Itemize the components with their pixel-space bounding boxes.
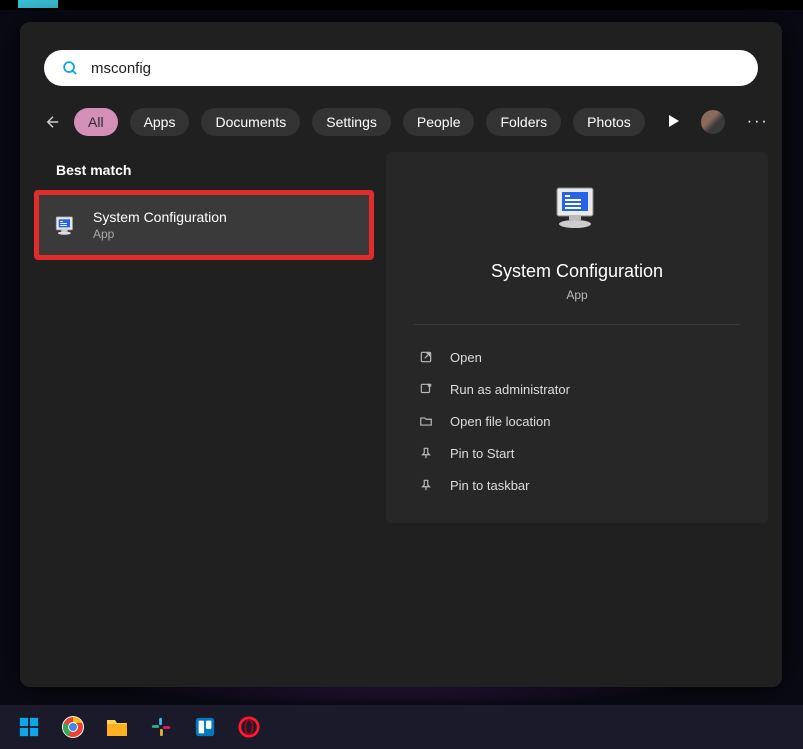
search-input[interactable] [91, 60, 740, 77]
action-open-location[interactable]: Open file location [414, 405, 740, 437]
action-label: Open file location [450, 414, 550, 429]
folder-icon [418, 413, 434, 429]
action-label: Run as administrator [450, 382, 570, 397]
result-text: System Configuration App [93, 209, 227, 241]
accent-strip [18, 0, 58, 8]
action-run-admin[interactable]: Run as administrator [414, 373, 740, 405]
slack-icon[interactable] [148, 714, 174, 740]
trello-icon[interactable] [192, 714, 218, 740]
filter-documents[interactable]: Documents [201, 108, 300, 136]
action-label: Open [450, 350, 482, 365]
system-config-icon [53, 212, 79, 238]
action-pin-start[interactable]: Pin to Start [414, 437, 740, 469]
more-menu-icon[interactable]: ··· [747, 113, 769, 131]
arrow-left-icon [44, 113, 62, 131]
open-icon [418, 349, 434, 365]
top-right-actions: ··· [669, 110, 769, 134]
filter-settings[interactable]: Settings [312, 108, 391, 136]
filter-apps[interactable]: Apps [130, 108, 190, 136]
result-title: System Configuration [93, 209, 227, 225]
shield-admin-icon [418, 381, 434, 397]
divider [414, 324, 740, 325]
user-avatar[interactable] [701, 110, 725, 134]
filter-people[interactable]: People [403, 108, 475, 136]
best-match-result[interactable]: System Configuration App [34, 190, 374, 260]
action-open[interactable]: Open [414, 341, 740, 373]
start-menu-panel: All Apps Documents Settings People Folde… [20, 22, 782, 687]
detail-app-icon [549, 182, 605, 243]
action-label: Pin to Start [450, 446, 514, 461]
detail-title: System Configuration [491, 261, 663, 282]
file-explorer-icon[interactable] [104, 714, 130, 740]
chrome-icon[interactable] [60, 714, 86, 740]
taskbar [0, 705, 803, 749]
pin-icon [418, 477, 434, 493]
best-match-header: Best match [34, 152, 374, 190]
action-list: Open Run as administrator Open file loca… [414, 341, 740, 501]
result-subtitle: App [93, 227, 227, 241]
action-pin-taskbar[interactable]: Pin to taskbar [414, 469, 740, 501]
top-bar [0, 0, 803, 10]
content-area: Best match System Configuration A [20, 152, 782, 523]
play-icon[interactable] [669, 115, 679, 130]
detail-subtitle: App [566, 288, 587, 302]
filter-photos[interactable]: Photos [573, 108, 645, 136]
results-column: Best match System Configuration A [34, 152, 374, 523]
search-icon [62, 60, 79, 77]
action-label: Pin to taskbar [450, 478, 530, 493]
search-bar[interactable] [44, 50, 758, 86]
filter-folders[interactable]: Folders [486, 108, 561, 136]
details-panel: System Configuration App Open Run as adm… [386, 152, 768, 523]
pin-icon [418, 445, 434, 461]
filter-row: All Apps Documents Settings People Folde… [20, 100, 782, 152]
opera-icon[interactable] [236, 714, 262, 740]
start-button[interactable] [16, 714, 42, 740]
filter-all[interactable]: All [74, 108, 118, 136]
back-button[interactable] [44, 108, 62, 136]
